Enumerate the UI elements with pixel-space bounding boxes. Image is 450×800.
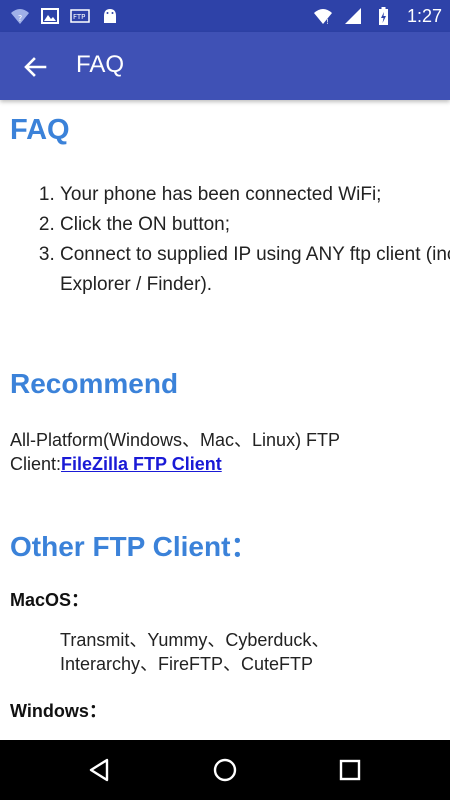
svg-text:FTP: FTP bbox=[73, 13, 85, 21]
recents-square-icon[interactable] bbox=[335, 755, 365, 785]
wifi-question-icon: ? bbox=[11, 9, 29, 24]
battery-charging-icon bbox=[378, 7, 388, 25]
back-triangle-icon[interactable] bbox=[85, 755, 115, 785]
status-time: 1:27 bbox=[406, 6, 442, 26]
macos-label: MacOS： bbox=[10, 590, 90, 610]
other-ftp-heading: Other FTP Client： bbox=[10, 531, 259, 562]
svg-text:?: ? bbox=[18, 14, 22, 23]
signal-icon bbox=[344, 8, 361, 24]
recommend-paragraph: All-Platform(Windows、Mac、Linux) FTP Clie… bbox=[10, 428, 430, 476]
status-right-icons: ! 1:27 bbox=[313, 5, 442, 27]
filezilla-link[interactable]: FileZilla FTP Client bbox=[61, 454, 222, 474]
nav-bar bbox=[0, 740, 450, 800]
list-item: Click the ON button; bbox=[60, 210, 450, 240]
app-bar-title: FAQ bbox=[76, 51, 125, 78]
home-circle-icon[interactable] bbox=[210, 755, 240, 785]
status-left-icons: ? FTP bbox=[10, 6, 120, 26]
macos-client-list: Transmit、Yummy、Cyberduck、Interarchy、Fire… bbox=[60, 630, 330, 674]
wifi-icon: ! bbox=[313, 9, 332, 26]
list-item: Your phone has been connected WiFi; bbox=[60, 180, 450, 210]
arrow-back-icon[interactable] bbox=[20, 52, 50, 82]
svg-text:!: ! bbox=[326, 18, 329, 26]
list-item: Connect to supplied IP using ANY ftp cli… bbox=[60, 240, 450, 300]
ftp-icon: FTP bbox=[70, 9, 90, 23]
app-bar: FAQ bbox=[0, 32, 450, 100]
image-icon bbox=[41, 8, 59, 24]
android-icon bbox=[104, 9, 116, 23]
faq-heading: FAQ bbox=[10, 114, 70, 146]
windows-label: Windows： bbox=[10, 701, 107, 721]
status-bar: ? FTP ! 1:27 bbox=[0, 0, 450, 32]
steps-list: Your phone has been connected WiFi; Clic… bbox=[30, 180, 450, 300]
faq-content[interactable]: FAQ Your phone has been connected WiFi; … bbox=[0, 100, 450, 740]
recommend-heading: Recommend bbox=[10, 368, 179, 399]
